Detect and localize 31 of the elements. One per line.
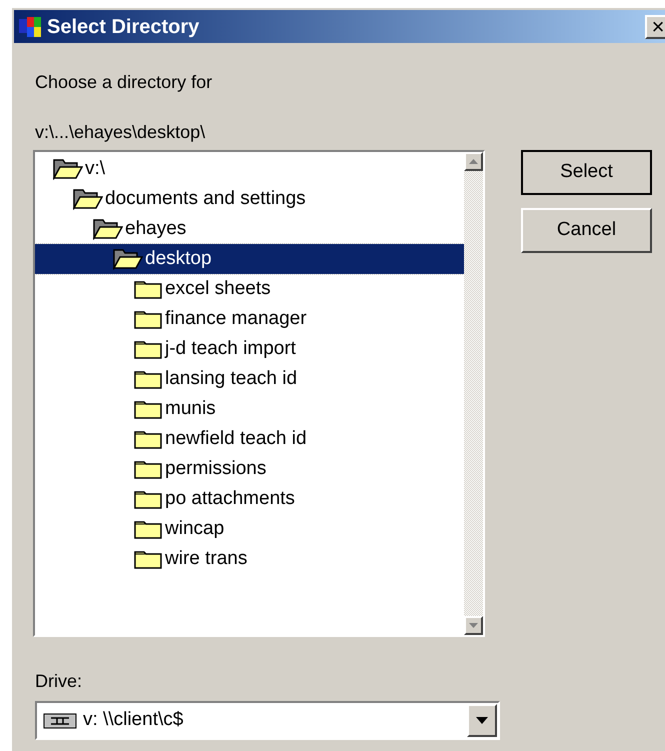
open-folder-icon (53, 158, 83, 180)
tree-item[interactable]: j-d teach import (35, 334, 464, 364)
drive-dropdown[interactable]: v: \\client\c$ (35, 701, 500, 740)
tree-item[interactable]: lansing teach id (35, 364, 464, 394)
tree-item[interactable]: wire trans (35, 544, 464, 574)
dialog-button[interactable]: Cancel (521, 208, 652, 253)
scrollbar[interactable] (464, 152, 483, 635)
tree-item[interactable]: finance manager (35, 304, 464, 334)
tree-item[interactable]: ehayes (35, 214, 464, 244)
folder-tree[interactable]: v:\ documents and settings ehayes desktop excel sheets finance manager j-d teach import lansing teach id munis newfield teach id permissions po attachments wincap wire trans (33, 150, 485, 637)
open-folder-icon (73, 188, 103, 210)
open-folder-icon (113, 248, 143, 270)
tree-item[interactable]: v:\ (35, 154, 464, 184)
window-title: Select Directory (47, 14, 200, 40)
tree-item[interactable]: documents and settings (35, 184, 464, 214)
open-folder-icon (93, 218, 123, 240)
tree-item[interactable]: po attachments (35, 484, 464, 514)
dialog-button[interactable]: Select (521, 150, 652, 195)
app-icon (18, 14, 44, 38)
tree-item[interactable]: newfield teach id (35, 424, 464, 454)
tree-item[interactable]: desktop (35, 244, 464, 274)
prompt-text: Choose a directory for (35, 71, 212, 94)
close-button[interactable]: × (645, 14, 665, 38)
tree-item[interactable]: permissions (35, 454, 464, 484)
tree-item[interactable]: munis (35, 394, 464, 424)
tree-item[interactable]: excel sheets (35, 274, 464, 304)
drive-value: v: \\client\c$ (83, 708, 184, 732)
network-drive-icon (43, 712, 77, 728)
tree-item[interactable]: wincap (35, 514, 464, 544)
drive-label: Drive: (35, 670, 82, 693)
current-path: v:\...\ehayes\desktop\ (35, 121, 206, 144)
